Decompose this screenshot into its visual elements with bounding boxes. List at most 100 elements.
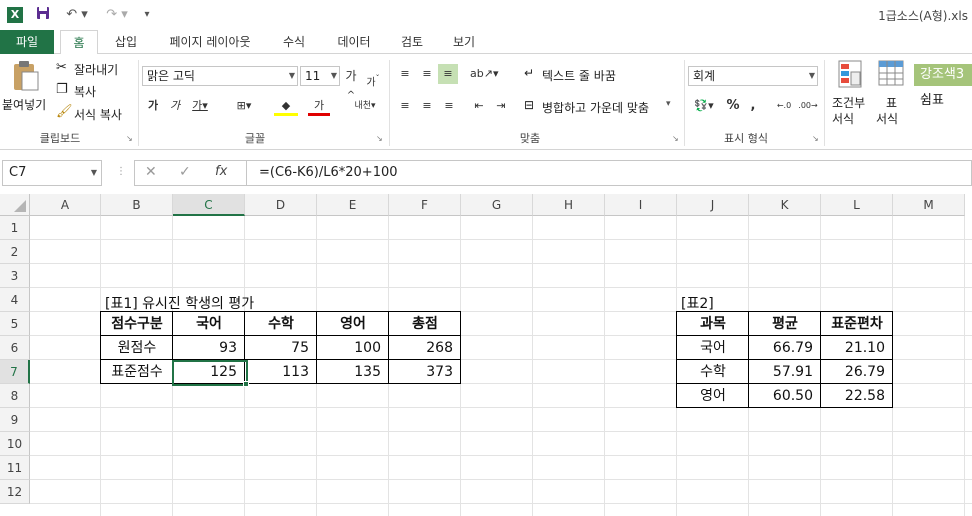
name-box[interactable]: C7 ▼ — [2, 160, 102, 186]
copy-button[interactable]: 복사 — [74, 83, 96, 100]
table2-cell-border — [820, 335, 893, 360]
italic-icon[interactable]: 가 — [168, 96, 182, 116]
align-top-icon[interactable]: ≡ — [396, 64, 414, 84]
column-header-m[interactable]: M — [893, 194, 965, 216]
column-header-b[interactable]: B — [101, 194, 173, 216]
conditional-format-button[interactable]: 조건부 — [832, 94, 865, 111]
insert-function-icon[interactable]: fx — [215, 164, 227, 179]
paste-button[interactable]: 붙여넣기 — [2, 96, 46, 113]
align-left-icon[interactable]: ≡ — [396, 96, 414, 116]
customize-qa-icon[interactable]: ▾ — [140, 6, 154, 24]
font-name-select[interactable]: 맑은 고딕 ▼ — [142, 66, 298, 86]
font-size-select[interactable]: 11 ▼ — [300, 66, 340, 86]
phonetic-icon[interactable]: 내천▾ — [352, 96, 378, 116]
border-icon[interactable]: ⊞▾ — [230, 96, 258, 116]
tab-review[interactable]: 검토 — [394, 30, 430, 54]
underline-icon[interactable]: 가▾ — [190, 96, 210, 116]
column-header-h[interactable]: H — [533, 194, 605, 216]
select-all-corner[interactable] — [0, 194, 30, 216]
tab-home[interactable]: 홈 — [60, 30, 98, 55]
style-accent3[interactable]: 강조색3 — [914, 64, 972, 86]
style-comma[interactable]: 쉼표 — [914, 90, 972, 112]
tab-formulas[interactable]: 수식 — [276, 30, 312, 54]
decrease-decimal-icon[interactable]: .00→ — [798, 96, 818, 116]
grow-font-icon[interactable]: 가^ — [344, 66, 358, 101]
row-header-3[interactable]: 3 — [0, 264, 30, 288]
row-header-6[interactable]: 6 — [0, 336, 30, 360]
cut-button[interactable]: 잘라내기 — [74, 61, 118, 78]
tab-file[interactable]: 파일 — [0, 30, 54, 54]
tab-view[interactable]: 보기 — [446, 30, 482, 54]
decrease-indent-icon[interactable]: ⇤ — [470, 96, 488, 116]
column-header-i[interactable]: I — [605, 194, 677, 216]
align-bottom-icon[interactable]: ≡ — [438, 64, 458, 84]
row-header-1[interactable]: 1 — [0, 216, 30, 240]
format-painter-button[interactable]: 서식 복사 — [74, 106, 122, 123]
separator — [684, 60, 685, 146]
column-header-e[interactable]: E — [317, 194, 389, 216]
column-header-l[interactable]: L — [821, 194, 893, 216]
cancel-icon[interactable]: ✕ — [145, 164, 157, 180]
column-header-a[interactable]: A — [30, 194, 101, 216]
format-as-table-button-line2[interactable]: 서식 — [876, 110, 898, 127]
tab-page-layout[interactable]: 페이지 레이아웃 — [160, 30, 260, 54]
row-header-8[interactable]: 8 — [0, 384, 30, 408]
fill-color-icon[interactable]: ◆ — [274, 96, 298, 116]
wrap-text-button[interactable]: 텍스트 줄 바꿈 — [542, 67, 616, 84]
row-header-7[interactable]: 7 — [0, 360, 30, 384]
row-header-11[interactable]: 11 — [0, 456, 30, 480]
undo-icon[interactable]: ↶ ▾ — [62, 6, 92, 24]
conditional-format-icon[interactable] — [838, 60, 862, 93]
enter-icon[interactable]: ✓ — [179, 164, 191, 180]
column-header-d[interactable]: D — [245, 194, 317, 216]
column-header-j[interactable]: J — [677, 194, 749, 216]
paste-icon[interactable] — [12, 60, 40, 95]
row-header-2[interactable]: 2 — [0, 240, 30, 264]
redo-icon[interactable]: ↷ ▾ — [102, 6, 132, 24]
conditional-format-button-line2[interactable]: 서식 — [832, 110, 854, 127]
table2-cell-border — [676, 359, 749, 384]
align-middle-icon[interactable]: ≡ — [418, 64, 436, 84]
column-header-f[interactable]: F — [389, 194, 461, 216]
row-header-12[interactable]: 12 — [0, 480, 30, 504]
merge-center-icon[interactable]: ⊟ — [524, 98, 534, 112]
format-painter-icon[interactable]: 🖌 — [56, 104, 73, 119]
row-header-9[interactable]: 9 — [0, 408, 30, 432]
formula-input[interactable]: =(C6-K6)/L6*20+100 — [246, 160, 972, 186]
number-launcher-icon[interactable]: ↘ — [812, 134, 819, 143]
accounting-format-icon[interactable]: 💱▾ — [690, 96, 718, 116]
format-as-table-icon[interactable] — [878, 60, 904, 93]
comma-icon[interactable]: , — [746, 96, 760, 116]
column-header-g[interactable]: G — [461, 194, 533, 216]
shrink-font-icon[interactable]: 가ˇ — [366, 68, 380, 88]
fill-handle[interactable] — [243, 381, 249, 387]
align-right-icon[interactable]: ≡ — [440, 96, 458, 116]
alignment-launcher-icon[interactable]: ↘ — [672, 134, 679, 143]
font-color-icon[interactable]: 가 — [308, 96, 330, 116]
row-header-10[interactable]: 10 — [0, 432, 30, 456]
row-header-4[interactable]: 4 — [0, 288, 30, 312]
row-header-5[interactable]: 5 — [0, 312, 30, 336]
save-icon[interactable] — [34, 6, 52, 24]
percent-icon[interactable]: % — [724, 96, 742, 116]
format-as-table-button[interactable]: 표 — [886, 94, 897, 111]
gridline-horizontal — [30, 239, 972, 240]
cut-icon[interactable]: ✂ — [56, 60, 67, 75]
clipboard-launcher-icon[interactable]: ↘ — [126, 134, 133, 143]
number-format-select[interactable]: 회계 ▼ — [688, 66, 818, 86]
orientation-icon[interactable]: ab↗▾ — [470, 64, 498, 84]
increase-indent-icon[interactable]: ⇥ — [492, 96, 510, 116]
merge-center-button[interactable]: 병합하고 가운데 맞춤 — [542, 99, 649, 116]
increase-decimal-icon[interactable]: ←.0 — [774, 96, 794, 116]
wrap-text-icon[interactable]: ↵ — [524, 66, 534, 80]
column-header-c[interactable]: C — [173, 194, 245, 216]
merge-dropdown-icon[interactable]: ▾ — [666, 99, 671, 109]
tab-insert[interactable]: 삽입 — [108, 30, 144, 54]
copy-icon[interactable]: ❐ — [56, 82, 68, 97]
font-launcher-icon[interactable]: ↘ — [376, 134, 383, 143]
column-header-k[interactable]: K — [749, 194, 821, 216]
align-center-icon[interactable]: ≡ — [418, 96, 436, 116]
bold-icon[interactable]: 가 — [146, 96, 160, 116]
ribbon: 붙여넣기 ✂ 잘라내기 ❐ 복사 🖌 서식 복사 클립보드 ↘ 맑은 고딕 ▼ 1… — [0, 54, 972, 150]
tab-data[interactable]: 데이터 — [330, 30, 378, 54]
